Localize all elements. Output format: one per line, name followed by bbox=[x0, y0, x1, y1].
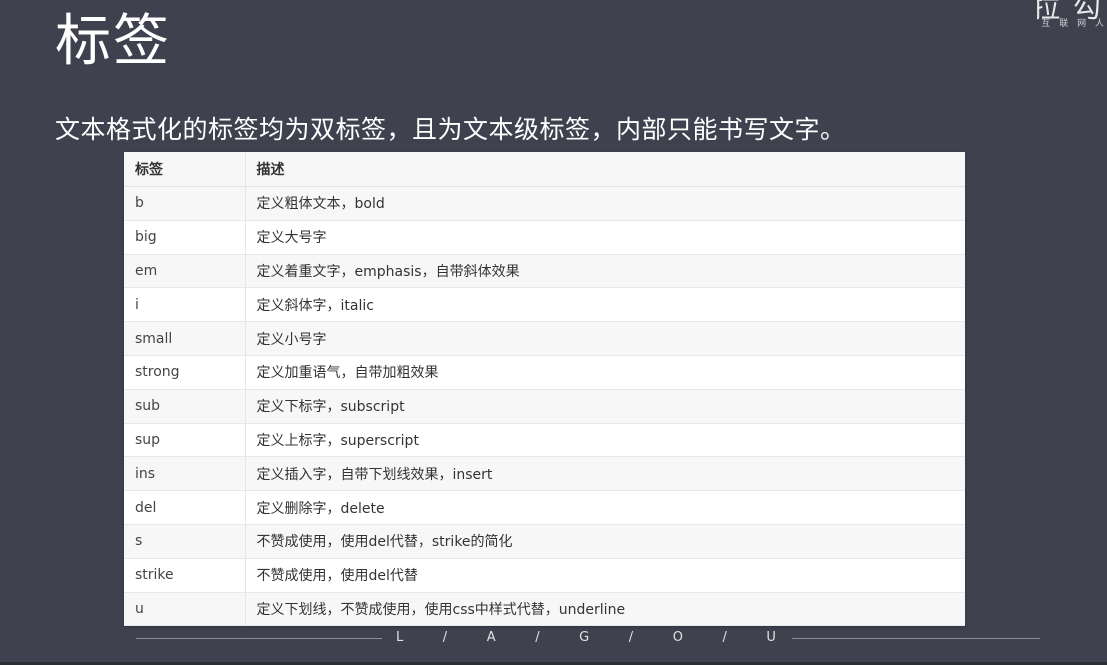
tag-cell: del bbox=[124, 490, 245, 525]
table-header-row: 标签 描述 bbox=[124, 152, 965, 187]
column-header-description: 描述 bbox=[244, 152, 965, 187]
description-cell: 定义下标字，subscript bbox=[244, 389, 965, 424]
description-cell: 不赞成使用，使用del代替，strike的简化 bbox=[244, 524, 965, 559]
footer-divider-right bbox=[792, 638, 1040, 639]
table-row: em 定义着重文字，emphasis，自带斜体效果 bbox=[124, 254, 965, 289]
table-row: small 定义小号字 bbox=[124, 321, 965, 356]
footer-letter: G bbox=[579, 630, 590, 645]
column-header-tag: 标签 bbox=[124, 152, 245, 187]
table-row: big 定义大号字 bbox=[124, 220, 965, 255]
tag-table: 标签 描述 b 定义粗体文本，bold big 定义大号字 em 定义着重文字，emp… bbox=[124, 152, 965, 627]
footer-brand-letters: L / A / G / O / U bbox=[396, 628, 776, 648]
tag-cell: i bbox=[124, 287, 245, 323]
description-cell: 定义着重文字，emphasis，自带斜体效果 bbox=[244, 254, 965, 289]
footer-letter: L bbox=[396, 630, 404, 645]
table-row: ins 定义插入字，自带下划线效果，insert bbox=[124, 456, 965, 492]
page-title: 标签 bbox=[55, 9, 171, 74]
description-cell: 定义加重语气，自带加粗效果 bbox=[244, 355, 965, 390]
table-row: b 定义粗体文本，bold bbox=[124, 186, 965, 221]
table-row: strong 定义加重语气，自带加粗效果 bbox=[124, 355, 965, 390]
description-cell: 定义大号字 bbox=[244, 220, 965, 255]
footer-separator: / bbox=[442, 630, 448, 645]
table-row: i 定义斜体字，italic bbox=[124, 287, 965, 323]
description-cell: 定义粗体文本，bold bbox=[244, 186, 965, 221]
tag-cell: small bbox=[124, 321, 245, 356]
tag-cell: ins bbox=[124, 456, 245, 492]
table-row: del 定义删除字，delete bbox=[124, 490, 965, 525]
footer-separator: / bbox=[722, 630, 727, 645]
table-row: s 不赞成使用，使用del代替，strike的简化 bbox=[124, 524, 965, 559]
table-row: u 定义下划线，不赞成使用，使用css中样式代替，underline bbox=[124, 592, 965, 627]
description-cell: 定义上标字，superscript bbox=[244, 423, 965, 458]
description-cell: 定义插入字，自带下划线效果，insert bbox=[244, 456, 965, 492]
tag-cell: s bbox=[124, 524, 245, 559]
tag-cell: strong bbox=[124, 355, 245, 390]
table-row: sub 定义下标字，subscript bbox=[124, 389, 965, 424]
tag-cell: strike bbox=[124, 558, 245, 593]
tag-cell: sup bbox=[124, 423, 245, 458]
tag-cell: sub bbox=[124, 389, 245, 424]
tag-cell: u bbox=[124, 592, 245, 627]
tag-cell: b bbox=[124, 186, 245, 221]
footer-divider-left bbox=[136, 638, 382, 639]
brand-logo: 拉 勾 — 互 联 网 人 bbox=[1037, 0, 1107, 36]
logo-tagline: — 互 联 网 人 bbox=[1037, 19, 1107, 29]
footer-letter: O bbox=[672, 630, 683, 645]
slide-subtitle: 文本格式化的标签均为双标签，且为文本级标签，内部只能书写文字。 bbox=[55, 115, 846, 144]
tag-cell: em bbox=[124, 254, 245, 289]
footer-letter: U bbox=[766, 630, 776, 645]
description-cell: 不赞成使用，使用del代替 bbox=[244, 558, 965, 593]
footer-separator: / bbox=[628, 630, 634, 645]
slide: 标签 拉 勾 — 互 联 网 人 文本格式化的标签均为双标签，且为文本级标签，内… bbox=[0, 0, 1107, 665]
tag-cell: big bbox=[124, 220, 245, 255]
description-cell: 定义小号字 bbox=[244, 321, 965, 356]
description-cell: 定义删除字，delete bbox=[244, 490, 965, 525]
table-row: sup 定义上标字，superscript bbox=[124, 423, 965, 458]
description-cell: 定义下划线，不赞成使用，使用css中样式代替，underline bbox=[244, 592, 965, 627]
footer-letter: A bbox=[486, 630, 496, 645]
table-row: strike 不赞成使用，使用del代替 bbox=[124, 558, 965, 593]
description-cell: 定义斜体字，italic bbox=[244, 287, 965, 323]
footer-separator: / bbox=[535, 630, 540, 645]
